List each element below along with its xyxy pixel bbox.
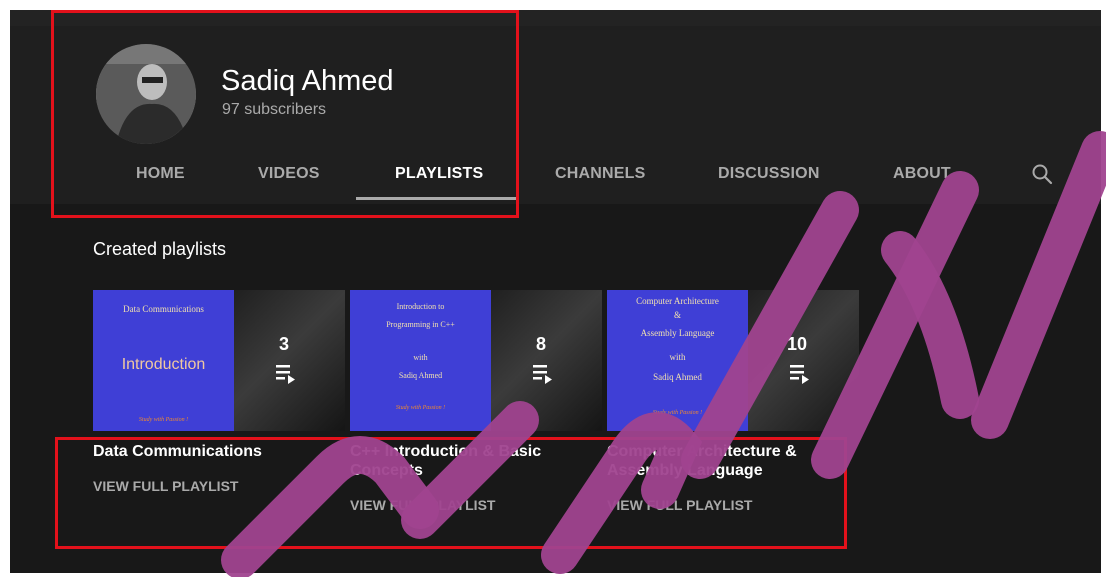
section-title: Created playlists: [93, 239, 227, 259]
slide-text: Sadiq Ahmed: [398, 371, 443, 380]
playlist-play-icon: [790, 365, 809, 384]
video-count: 10: [787, 334, 808, 354]
slide-text: Data Communications: [123, 304, 204, 314]
playlist-thumbnail[interactable]: Introduction to Programming in C++ with …: [350, 290, 602, 431]
thumbnail-overlay: [491, 290, 602, 431]
tab-discussion[interactable]: DISCUSSION: [718, 165, 820, 183]
thumbnail-slide: Data Communications Introduction Study w…: [93, 290, 234, 431]
playlist-play-icon: [533, 365, 552, 384]
search-icon[interactable]: [1030, 162, 1054, 186]
highlight-box-header: [51, 10, 519, 218]
slide-text: Study with Passion !: [138, 417, 189, 423]
slide-text: Study with Passion !: [395, 405, 446, 411]
thumbnail-overlay: [234, 290, 345, 431]
tab-about[interactable]: ABOUT: [893, 165, 951, 183]
thumbnail-overlay: [748, 290, 859, 431]
slide-text: Assembly Language: [640, 328, 715, 338]
slide-text: Sadiq Ahmed: [653, 372, 702, 382]
slide-text: Study with Passion !: [652, 410, 703, 416]
video-count: 3: [279, 334, 290, 354]
slide-text: with: [669, 352, 686, 362]
thumbnail-slide: Computer Architecture & Assembly Languag…: [607, 290, 748, 431]
slide-text: &: [673, 310, 681, 320]
slide-text: Introduction: [121, 356, 206, 373]
slide-text: Programming in C++: [386, 320, 455, 329]
tab-channels[interactable]: CHANNELS: [555, 165, 646, 183]
playlist-play-icon: [276, 365, 295, 384]
slide-text: Introduction to: [396, 302, 445, 311]
video-count: 8: [536, 334, 547, 354]
thumbnail-slide: Introduction to Programming in C++ with …: [350, 290, 491, 431]
slide-text: with: [413, 353, 428, 362]
highlight-box-playlists: [55, 437, 847, 549]
playlist-thumbnail[interactable]: Data Communications Introduction Study w…: [93, 290, 345, 431]
playlist-thumbnail[interactable]: Computer Architecture & Assembly Languag…: [607, 290, 859, 431]
slide-text: Computer Architecture: [636, 296, 719, 306]
